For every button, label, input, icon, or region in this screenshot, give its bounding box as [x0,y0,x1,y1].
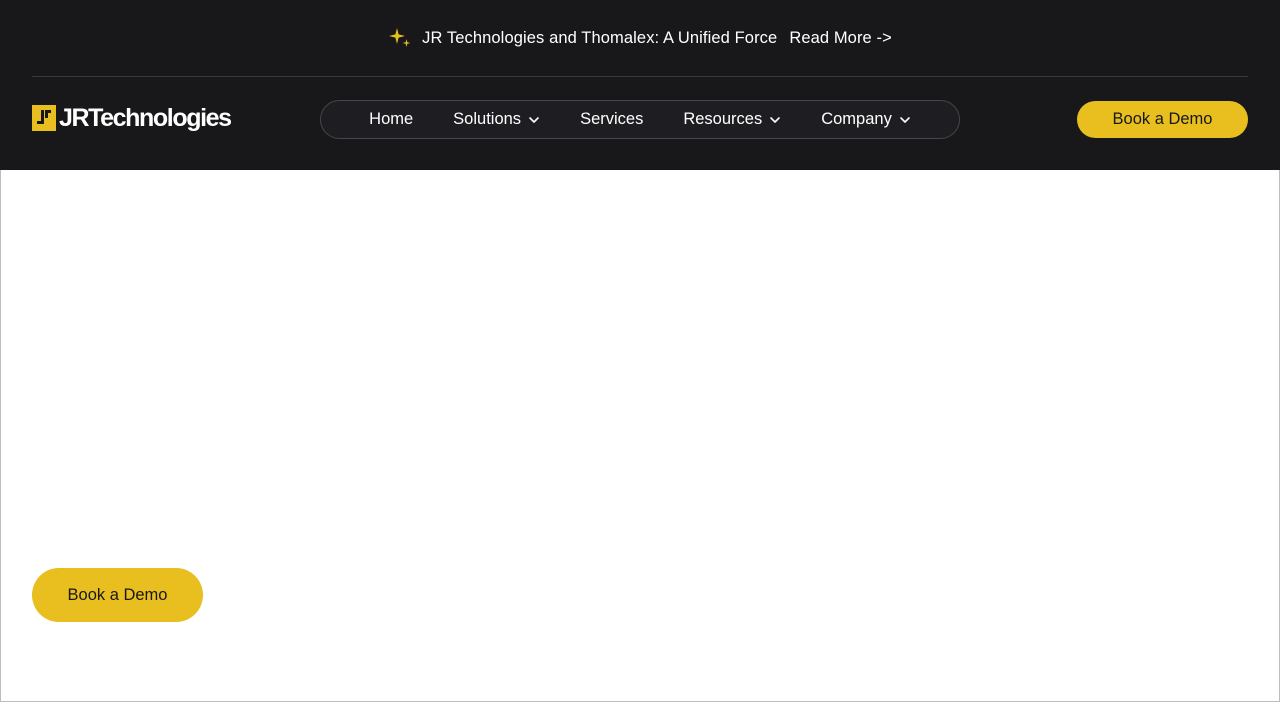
main-nav: Home Solutions Services Resources Compan… [320,100,960,139]
chevron-down-icon [899,114,911,126]
chevron-down-icon [528,114,540,126]
nav-item-label: Solutions [453,110,522,128]
announcement-bar: JR Technologies and Thomalex: A Unified … [0,0,1280,76]
hero-section [0,170,1280,702]
sparkle-icon [388,26,412,50]
header-book-demo-button[interactable]: Book a Demo [1077,101,1248,138]
brand-logo[interactable]: JRTechnologies [32,104,232,132]
nav-item-label: Home [369,110,414,128]
hero-book-demo-button[interactable]: Book a Demo [32,568,203,622]
nav-item-services[interactable]: Services [560,101,663,138]
chevron-down-icon [769,114,781,126]
logo-mark-icon [32,105,56,131]
nav-item-label: Services [580,110,644,128]
header-divider [32,76,1248,77]
logo-wordmark: JRTechnologies [59,104,232,132]
read-more-link[interactable]: Read More -> [789,29,892,48]
nav-item-solutions[interactable]: Solutions [433,101,560,138]
nav-item-home[interactable]: Home [349,101,433,138]
announcement-text: JR Technologies and Thomalex: A Unified … [422,28,778,47]
nav-item-company[interactable]: Company [801,101,931,138]
nav-item-label: Resources [683,110,763,128]
nav-item-resources[interactable]: Resources [663,101,801,138]
nav-item-label: Company [821,110,892,128]
site-header: JR Technologies and Thomalex: A Unified … [0,0,1280,170]
